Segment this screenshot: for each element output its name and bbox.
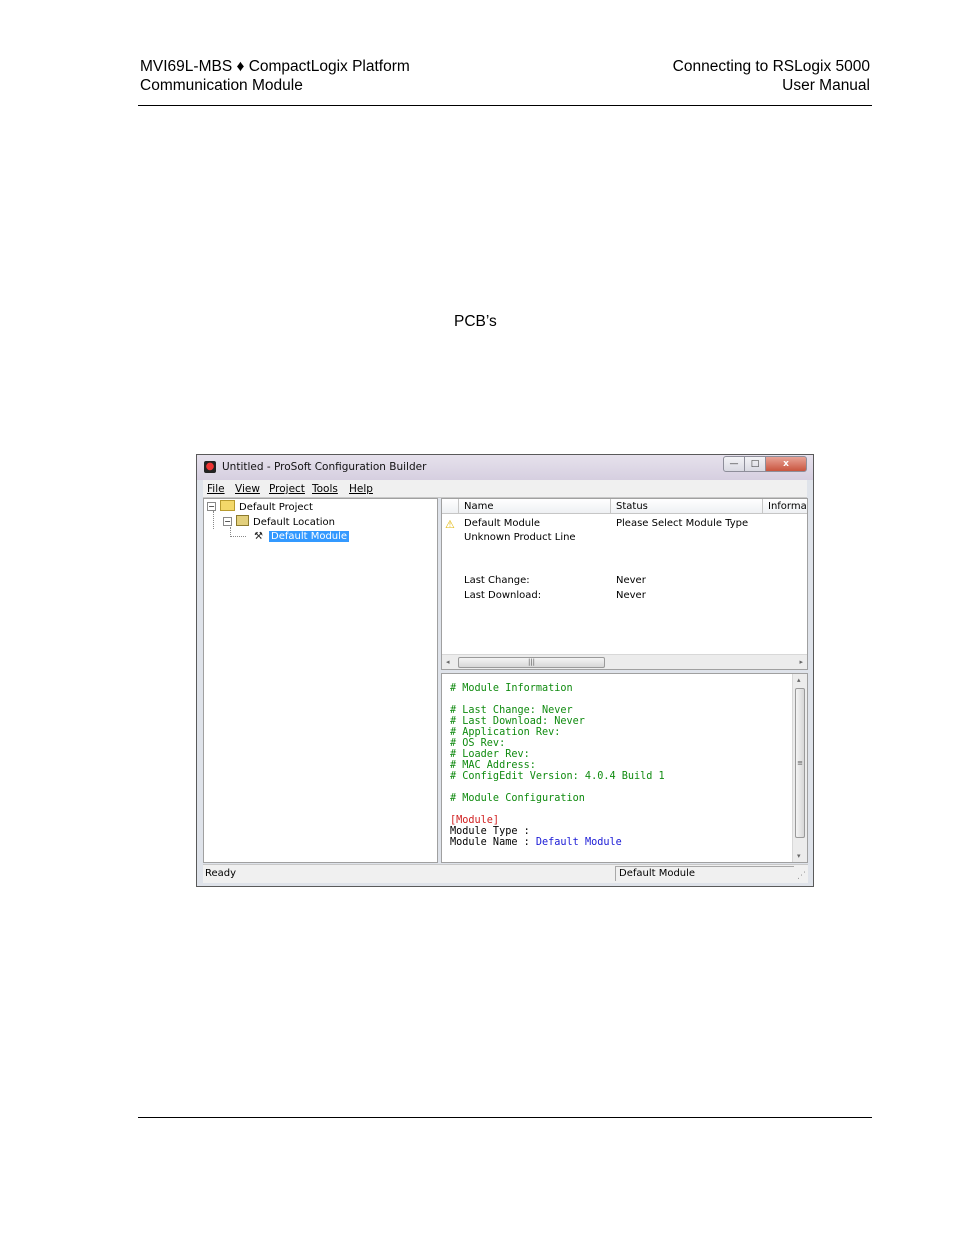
status-text: Ready xyxy=(205,868,237,879)
config-module-type: Module Type : xyxy=(450,826,530,837)
header-subtitle: Communication Module xyxy=(140,77,303,94)
module-info-list: Name Status Informat ⚠ Default Module Pl… xyxy=(441,498,808,670)
config-blank xyxy=(450,694,665,705)
list-item-name: Unknown Product Line xyxy=(464,532,576,543)
tree-node-project[interactable]: − Default Project xyxy=(207,500,313,514)
config-value: Default Module xyxy=(535,837,622,848)
config-blank xyxy=(450,804,665,815)
column-header-name[interactable]: Name xyxy=(459,499,611,514)
config-comment: # Module Configuration xyxy=(450,793,585,804)
config-comment: # Last Download: Never xyxy=(450,716,585,727)
config-section: [Module] xyxy=(450,815,500,826)
list-item-name: Last Download: xyxy=(464,590,542,601)
config-comment: # ConfigEdit Version: 4.0.4 Build 1 xyxy=(450,771,665,782)
warning-icon: ⚠ xyxy=(445,518,455,531)
tree-node-module[interactable]: ⚒ Default Module xyxy=(254,530,350,544)
config-key: Module Name : xyxy=(450,837,536,848)
config-comment: # Module Information xyxy=(450,683,573,694)
list-item-name: Last Change: xyxy=(464,575,530,586)
status-bar: Ready Default Module ⋰ xyxy=(203,864,808,883)
scroll-left-icon[interactable]: ◂ xyxy=(446,658,450,666)
header-chapter: Connecting to RSLogix 5000 xyxy=(672,58,870,75)
footer-rule xyxy=(138,1117,872,1118)
scroll-thumb[interactable]: ||| xyxy=(458,657,605,668)
scroll-thumb[interactable]: ≡ xyxy=(795,688,805,838)
menu-tools[interactable]: Tools xyxy=(312,483,338,495)
vertical-scrollbar[interactable]: ▴ ≡ ▾ xyxy=(792,674,807,862)
config-text-view[interactable]: # Module Information # Last Change: Neve… xyxy=(441,673,808,863)
config-module-name: Module Name : Default Module xyxy=(450,837,665,848)
header-product: MVI69L-MBS ♦ CompactLogix Platform xyxy=(140,58,410,75)
list-item-status: Never xyxy=(616,590,646,601)
collapse-icon[interactable]: − xyxy=(223,517,232,526)
config-comment: # Loader Rev: xyxy=(450,749,530,760)
column-header-status[interactable]: Status xyxy=(611,499,763,514)
config-comment: # MAC Address: xyxy=(450,760,536,771)
module-warning-icon: ⚒ xyxy=(254,531,263,542)
resize-grip-icon[interactable]: ⋰ xyxy=(797,871,806,881)
config-comment: # OS Rev: xyxy=(450,738,506,749)
project-tree: − Default Project − Default Location ⚒ Defa… xyxy=(203,498,438,863)
header-rule xyxy=(138,105,872,106)
window-title: Untitled - ProSoft Configuration Builder xyxy=(222,461,427,473)
folder-icon xyxy=(220,500,235,511)
column-header-information[interactable]: Informat xyxy=(763,499,807,514)
menu-bar: File View Project Tools Help xyxy=(203,480,807,498)
column-header-icon[interactable] xyxy=(442,499,459,514)
maximize-button[interactable]: □ xyxy=(744,456,766,472)
menu-help[interactable]: Help xyxy=(349,483,373,495)
horizontal-scrollbar[interactable]: ◂ ||| ▸ xyxy=(442,654,807,669)
app-window: ● Untitled - ProSoft Configuration Build… xyxy=(196,454,814,887)
title-bar: ● Untitled - ProSoft Configuration Build… xyxy=(197,455,813,480)
menu-view[interactable]: View xyxy=(235,483,260,495)
status-module: Default Module xyxy=(615,866,794,881)
tree-line xyxy=(231,536,246,537)
tree-node-label: Default Location xyxy=(253,517,336,528)
config-blank xyxy=(450,782,665,793)
scroll-up-icon[interactable]: ▴ xyxy=(797,676,801,684)
list-item-name[interactable]: Default Module xyxy=(464,518,540,529)
list-item-status: Please Select Module Type xyxy=(616,518,749,529)
scroll-right-icon[interactable]: ▸ xyxy=(799,658,803,666)
collapse-icon[interactable]: − xyxy=(207,502,216,511)
minimize-button[interactable]: — xyxy=(723,456,745,472)
app-icon: ● xyxy=(204,461,216,473)
running-header-right: Connecting to RSLogix 5000 User Manual xyxy=(673,57,870,95)
location-icon xyxy=(236,515,249,526)
config-text: # Module Information # Last Change: Neve… xyxy=(450,683,665,848)
list-item-status: Never xyxy=(616,575,646,586)
tree-node-location[interactable]: − Default Location xyxy=(223,515,335,529)
scroll-down-icon[interactable]: ▾ xyxy=(797,852,801,860)
header-doc-type: User Manual xyxy=(782,77,870,94)
close-button[interactable]: x xyxy=(765,456,807,472)
body-text: PCB’s xyxy=(454,313,497,330)
config-comment: # Last Change: Never xyxy=(450,705,573,716)
tree-node-label: Default Project xyxy=(239,502,313,513)
running-header-left: MVI69L-MBS ♦ CompactLogix Platform Commu… xyxy=(140,57,410,95)
menu-project[interactable]: Project xyxy=(269,483,305,495)
config-comment: # Application Rev: xyxy=(450,727,561,738)
tree-node-label-selected: Default Module xyxy=(269,531,350,542)
menu-file[interactable]: File xyxy=(207,483,225,495)
